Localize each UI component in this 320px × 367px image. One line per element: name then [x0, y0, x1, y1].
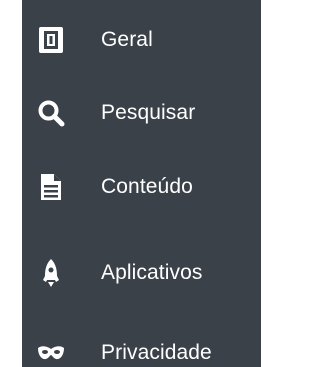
- sidebar-item-conteudo[interactable]: Conteúdo: [22, 157, 261, 217]
- sidebar-item-label: Pesquisar: [101, 101, 196, 124]
- sidebar-item-pesquisar[interactable]: Pesquisar: [22, 83, 261, 143]
- sidebar-item-label: Geral: [101, 28, 153, 51]
- sidebar: Geral Pesquisar Conteúdo Aplicativos Pri…: [22, 0, 261, 367]
- general-icon: [37, 26, 65, 54]
- sidebar-item-label: Privacidade: [101, 341, 212, 364]
- sidebar-item-aplicativos[interactable]: Aplicativos: [22, 243, 261, 303]
- rocket-icon: [37, 259, 65, 287]
- sidebar-item-geral[interactable]: Geral: [22, 10, 261, 70]
- sidebar-item-label: Aplicativos: [101, 261, 203, 284]
- document-icon: [37, 173, 65, 201]
- search-icon: [37, 99, 65, 127]
- sidebar-item-privacidade[interactable]: Privacidade: [22, 323, 261, 367]
- sidebar-item-label: Conteúdo: [101, 175, 193, 198]
- mask-icon: [37, 339, 65, 367]
